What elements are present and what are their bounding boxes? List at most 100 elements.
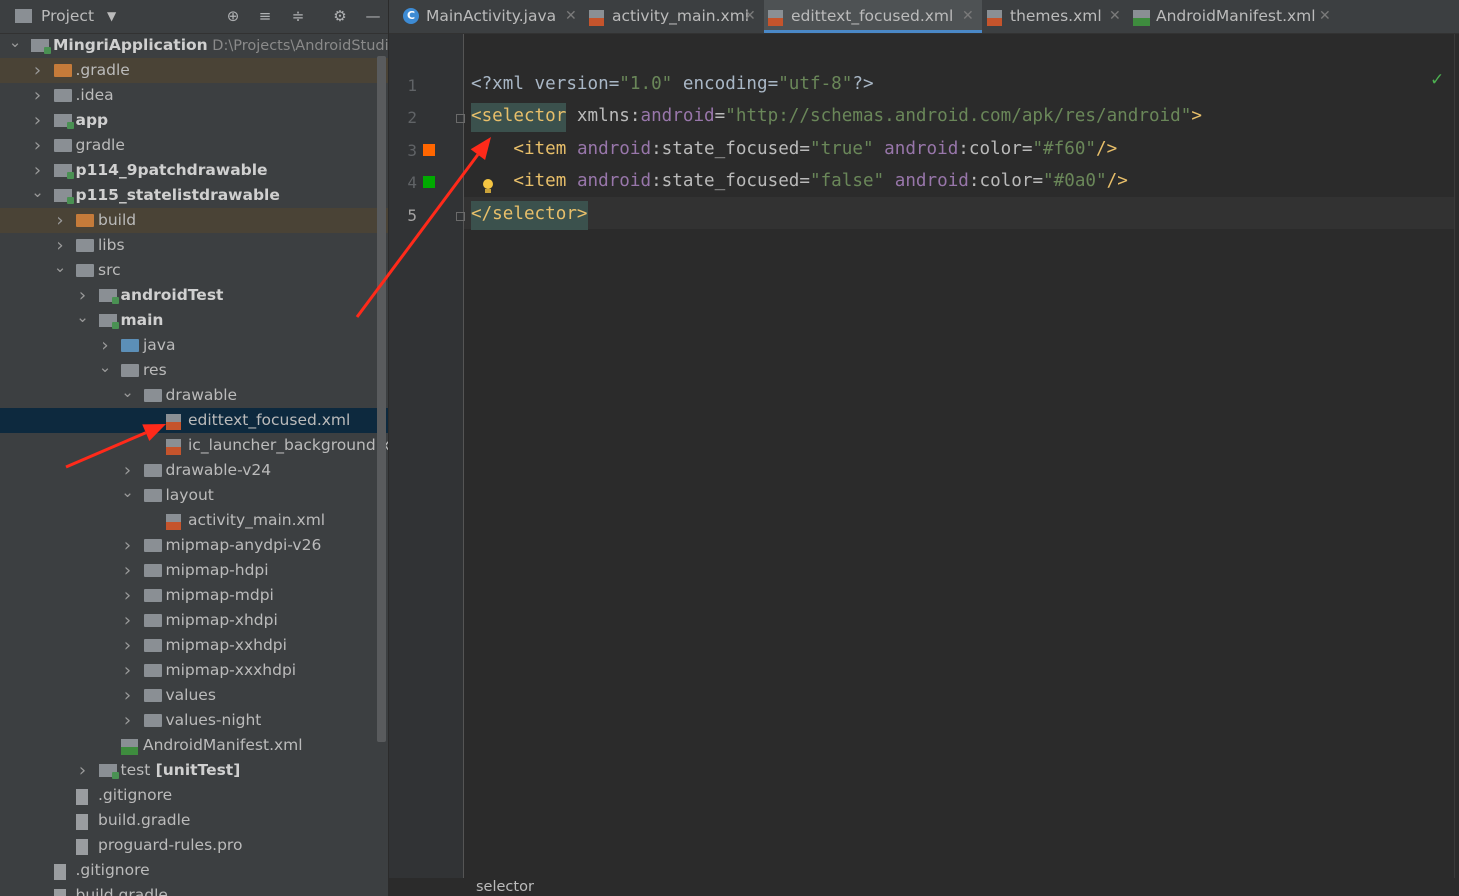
tree-item[interactable]: › .gradle xyxy=(0,58,388,83)
close-icon[interactable]: ✕ xyxy=(1109,0,1121,33)
chevron-right-icon[interactable]: › xyxy=(53,233,67,258)
tree-item[interactable]: ⌄ main xyxy=(0,308,388,333)
chevron-right-icon[interactable]: › xyxy=(76,758,90,783)
chevron-right-icon[interactable]: › xyxy=(121,533,135,558)
code-line[interactable]: </selector> xyxy=(471,201,588,230)
tree-scrollbar[interactable] xyxy=(377,56,386,742)
tree-item[interactable]: AndroidManifest.xml xyxy=(0,733,388,758)
editor-scrollbar[interactable] xyxy=(1454,34,1459,878)
project-panel-title[interactable]: Project xyxy=(41,0,94,33)
code-editor[interactable]: <?xml version="1.0" encoding="utf-8"?> <s… xyxy=(389,34,1459,896)
editor-tab[interactable]: themes.xml ✕ xyxy=(983,0,1129,33)
tree-item[interactable]: ⌄ layout xyxy=(0,483,388,508)
collapse-all-icon[interactable]: ≑ xyxy=(289,7,307,25)
tree-item[interactable]: › mipmap-xxxhdpi xyxy=(0,658,388,683)
code-line[interactable]: <selector xmlns:android="http://schemas.… xyxy=(471,103,1202,132)
tree-item[interactable]: .gitignore xyxy=(0,858,388,883)
close-icon[interactable]: ✕ xyxy=(1319,0,1331,33)
tree-item[interactable]: › drawable-v24 xyxy=(0,458,388,483)
editor-tab[interactable]: activity_main.xml ✕ xyxy=(585,0,764,33)
chevron-down-icon[interactable]: ⌄ xyxy=(121,483,135,508)
fold-marker-icon[interactable] xyxy=(456,114,465,123)
chevron-right-icon[interactable]: › xyxy=(53,208,67,233)
tree-item[interactable]: › libs xyxy=(0,233,388,258)
tree-item[interactable]: › androidTest xyxy=(0,283,388,308)
tree-item[interactable]: › test [unitTest] xyxy=(0,758,388,783)
tree-item[interactable]: .gitignore xyxy=(0,783,388,808)
chevron-right-icon[interactable]: › xyxy=(76,283,90,308)
chevron-down-icon[interactable]: ▼ xyxy=(107,0,116,33)
tree-item[interactable]: ic_launcher_background.xml xyxy=(0,433,388,458)
chevron-right-icon[interactable]: › xyxy=(121,458,135,483)
tree-item[interactable]: › values xyxy=(0,683,388,708)
tree-item[interactable]: › values-night xyxy=(0,708,388,733)
tree-item[interactable]: › mipmap-anydpi-v26 xyxy=(0,533,388,558)
color-swatch-icon[interactable] xyxy=(423,176,435,188)
chevron-right-icon[interactable]: › xyxy=(31,108,45,133)
chevron-right-icon[interactable]: › xyxy=(31,133,45,158)
chevron-right-icon[interactable]: › xyxy=(121,708,135,733)
fold-marker-icon[interactable] xyxy=(456,212,465,221)
editor-tab[interactable]: C MainActivity.java ✕ xyxy=(399,0,585,33)
gear-icon[interactable]: ⚙ xyxy=(331,7,349,25)
chevron-down-icon[interactable]: ⌄ xyxy=(31,183,45,208)
tree-item[interactable]: ⌄ res xyxy=(0,358,388,383)
chevron-down-icon[interactable]: ⌄ xyxy=(53,258,67,283)
project-view-icon[interactable] xyxy=(15,9,32,23)
chevron-down-icon[interactable]: ⌄ xyxy=(121,383,135,408)
close-icon[interactable]: ✕ xyxy=(962,0,974,33)
chevron-right-icon[interactable]: › xyxy=(121,558,135,583)
tree-item[interactable]: build.gradle xyxy=(0,808,388,833)
tree-item-label: app xyxy=(75,111,109,129)
inspection-ok-icon[interactable]: ✓ xyxy=(1430,70,1444,90)
tree-item[interactable]: › java xyxy=(0,333,388,358)
chevron-down-icon[interactable]: ⌄ xyxy=(98,358,112,383)
tree-item[interactable]: ⌄ MingriApplication D:\Projects\AndroidSt… xyxy=(0,33,388,58)
chevron-down-icon[interactable]: ⌄ xyxy=(8,33,22,58)
tree-item[interactable]: › mipmap-hdpi xyxy=(0,558,388,583)
expand-all-icon[interactable]: ≡ xyxy=(256,7,274,25)
hide-panel-icon[interactable]: — xyxy=(364,7,382,25)
tree-item[interactable]: proguard-rules.pro xyxy=(0,833,388,858)
chevron-right-icon[interactable]: › xyxy=(31,158,45,183)
breadcrumb-item[interactable]: selector xyxy=(476,878,534,896)
chevron-right-icon[interactable]: › xyxy=(31,83,45,108)
tree-item[interactable]: build.gradle xyxy=(0,883,388,896)
chevron-down-icon[interactable]: ⌄ xyxy=(76,308,90,333)
chevron-right-icon[interactable]: › xyxy=(121,658,135,683)
chevron-right-icon[interactable]: › xyxy=(121,633,135,658)
xml-file-icon xyxy=(768,10,783,26)
tree-item[interactable]: › mipmap-xhdpi xyxy=(0,608,388,633)
tree-item[interactable]: › app xyxy=(0,108,388,133)
editor-tab[interactable]: AndroidManifest.xml ✕ xyxy=(1129,0,1339,33)
lightbulb-icon[interactable] xyxy=(483,179,493,189)
tree-item[interactable]: › mipmap-mdpi xyxy=(0,583,388,608)
close-icon[interactable]: ✕ xyxy=(744,0,756,33)
editor-tab[interactable]: edittext_focused.xml ✕ xyxy=(764,0,982,33)
code-line[interactable]: <item android:state_focused="true" andro… xyxy=(471,139,1117,159)
chevron-right-icon[interactable]: › xyxy=(121,608,135,633)
tree-item[interactable]: activity_main.xml xyxy=(0,508,388,533)
chevron-right-icon[interactable]: › xyxy=(31,58,45,83)
tree-item[interactable]: › mipmap-xxhdpi xyxy=(0,633,388,658)
tree-item[interactable]: › build xyxy=(0,208,388,233)
close-icon[interactable]: ✕ xyxy=(565,0,577,33)
chevron-right-icon[interactable]: › xyxy=(121,583,135,608)
tree-item[interactable]: ⌄ p115_statelistdrawable xyxy=(0,183,388,208)
module-folder-icon xyxy=(98,764,119,779)
locate-icon[interactable]: ⊕ xyxy=(224,7,242,25)
line-number: 4 xyxy=(407,173,417,192)
code-line[interactable]: <?xml version="1.0" encoding="utf-8"?> xyxy=(471,74,874,94)
tree-item-label: src xyxy=(98,261,121,279)
color-swatch-icon[interactable] xyxy=(423,144,435,156)
tree-item[interactable]: › .idea xyxy=(0,83,388,108)
tree-item[interactable]: ⌄ drawable xyxy=(0,383,388,408)
tree-item[interactable]: › p114_9patchdrawable xyxy=(0,158,388,183)
chevron-right-icon[interactable]: › xyxy=(98,333,112,358)
tree-item-label: mipmap-anydpi-v26 xyxy=(165,536,322,554)
tree-item[interactable]: › gradle xyxy=(0,133,388,158)
tree-item[interactable]: edittext_focused.xml xyxy=(0,408,388,433)
code-line[interactable]: <item android:state_focused="false" andr… xyxy=(471,171,1127,191)
tree-item[interactable]: ⌄ src xyxy=(0,258,388,283)
chevron-right-icon[interactable]: › xyxy=(121,683,135,708)
